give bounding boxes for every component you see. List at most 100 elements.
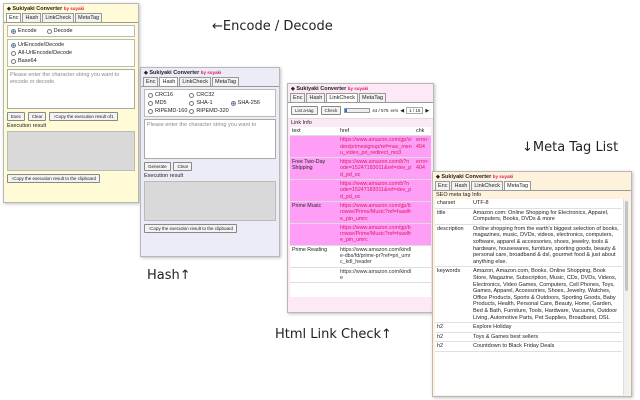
link-cell-href[interactable]: https://www.amazon.com/gp/browse/Prime/M… — [338, 201, 415, 224]
link-cell-chk: error-404 — [414, 135, 431, 159]
link-row[interactable]: Prime Reading https://www.amazon.com/kind… — [290, 245, 431, 268]
radio-decode[interactable]: Decode — [46, 27, 73, 35]
tab-linkcheck[interactable]: LinkCheck — [179, 77, 212, 86]
meta-scroll-thumb[interactable] — [625, 201, 628, 291]
link-row[interactable]: Prime Music https://www.amazon.com/gp/bro… — [290, 201, 431, 224]
hash-input[interactable]: Please enter the character string you wa… — [144, 119, 276, 159]
link-row[interactable]: Free Two-Day Shipping https://www.amazon.… — [290, 157, 431, 181]
tab-metatag[interactable]: MetaTag — [212, 77, 240, 86]
radio-crc32[interactable]: CRC32 — [189, 91, 230, 99]
caption-encode: ←Encode / Decode — [212, 19, 333, 34]
meta-cell-value: UTF-8 — [471, 199, 622, 209]
copy-clipboard-button[interactable]: ↑Copy the execution result to the clipbo… — [144, 224, 238, 233]
clear-button[interactable]: Clear — [27, 112, 47, 121]
caption-hash: Hash↑ — [147, 268, 191, 283]
copy-result-inline-button[interactable]: ↑Copy the execution result of1 — [49, 112, 118, 121]
page-text: 1 / 16 — [406, 107, 424, 114]
tab-metatag[interactable]: MetaTag — [75, 13, 103, 22]
link-cell-href[interactable]: https://www.amazon.com/b?node=1524718301… — [338, 179, 415, 202]
tab-bar: Enc Hash LinkCheck MetaTag — [4, 13, 138, 23]
link-table: text href chk https://www.amazon.com/gp/… — [290, 127, 431, 284]
link-row[interactable]: https://www.amazon.com/b?node=1524718301… — [290, 179, 431, 202]
encode-input[interactable]: Please enter the character string you wa… — [7, 69, 135, 109]
link-info-label: Link Info — [288, 119, 433, 127]
tab-hash[interactable]: Hash — [22, 13, 42, 22]
result-label: Execution result — [7, 123, 47, 129]
exec-button[interactable]: Exec — [7, 112, 26, 121]
meta-table-wrap: charset UTF-8 title Amazon.com: Online Shop… — [435, 199, 629, 395]
link-row[interactable]: https://www.amazon.com/gp/browse/Prime/M… — [290, 223, 431, 246]
meta-row: charset UTF-8 — [435, 199, 622, 209]
copy-clipboard-button[interactable]: ↑Copy the execution result to the clipbo… — [7, 174, 101, 183]
radio-crc16[interactable]: CRC16 — [148, 91, 189, 99]
tab-linkcheck[interactable]: LinkCheck — [42, 13, 75, 22]
link-cell-href[interactable]: https://www.amazon.com/gp/video/primesig… — [338, 135, 415, 159]
tab-metatag-active[interactable]: MetaTag — [504, 181, 532, 190]
tab-enc[interactable]: Enc — [6, 13, 22, 22]
tab-enc[interactable]: Enc — [143, 77, 159, 86]
tab-metatag[interactable]: MetaTag — [359, 93, 387, 102]
link-table-wrap: text href chk https://www.amazon.com/gp/… — [290, 127, 431, 297]
next-page-icon[interactable]: ▶ — [425, 108, 429, 114]
panel-title: ◆ Sukiyaki Converter by ​suyaki — [291, 86, 369, 92]
tab-hash[interactable]: Hash — [306, 93, 326, 102]
prev-page-icon[interactable]: ◀ — [400, 108, 404, 114]
radio-base64[interactable]: Base64 — [11, 57, 131, 65]
generate-button[interactable]: Generate — [144, 162, 171, 171]
tab-enc[interactable]: Enc — [435, 181, 451, 190]
radio-sha1[interactable]: SHA-1 — [189, 99, 230, 107]
meta-row: description Online shopping from the eart… — [435, 224, 622, 268]
panel-title: ◆ Sukiyaki Converter by ​suyaki — [144, 70, 222, 76]
tab-enc[interactable]: Enc — [290, 93, 306, 102]
meta-cell-value: Toys & Games best sellers — [471, 332, 622, 343]
link-cell-href[interactable]: https://www.amazon.com/kindle-dbs/fd/pri… — [338, 245, 415, 268]
radio-all-urlencode[interactable]: All-UrlEncode/Decode — [11, 49, 131, 57]
tab-bar: Enc Hash LinkCheck MetaTag — [433, 181, 631, 191]
caption-linkcheck: Html Link Check↑ — [275, 327, 392, 342]
clear-button[interactable]: Clear — [173, 162, 193, 171]
panel-title: ◆ Sukiyaki Converter by ​suyaki — [436, 174, 514, 180]
radio-md5[interactable]: MD5 — [148, 99, 189, 107]
meta-row: keywords Amazon, Amazon.com, Books, Onlin… — [435, 266, 622, 324]
meta-row: h2 Explore Holiday — [435, 322, 622, 333]
meta-table: charset UTF-8 title Amazon.com: Online Shop… — [435, 199, 622, 352]
link-cell-chk: error-404 — [414, 157, 431, 181]
radio-sha256[interactable]: SHA-256 — [230, 99, 272, 107]
list-atag-button[interactable]: List a-tag — [291, 106, 318, 115]
meta-scrollbar[interactable] — [623, 199, 629, 395]
linkcheck-panel: ◆ Sukiyaki Converter by ​suyaki Enc Hash… — [287, 83, 434, 313]
link-cell-href[interactable]: https://www.amazon.com/gp/browse/Prime/M… — [338, 223, 415, 246]
meta-cell-value: Explore Holiday — [471, 322, 622, 333]
link-cell-text: Prime Music — [290, 201, 338, 224]
hash-panel: ◆ Sukiyaki Converter by ​suyaki Enc Hash… — [140, 67, 280, 257]
tab-linkcheck[interactable]: LinkCheck — [471, 181, 504, 190]
meta-cell-key: description — [435, 224, 471, 268]
meta-cell-key: keywords — [435, 266, 471, 324]
hash-result — [144, 181, 276, 221]
tab-hash[interactable]: Hash — [159, 77, 179, 86]
col-header-href: href — [338, 127, 415, 137]
tab-bar: Enc Hash LinkCheck MetaTag — [288, 93, 433, 103]
encode-result — [7, 131, 135, 171]
radio-encode[interactable]: Encode — [11, 27, 37, 35]
tab-linkcheck-active[interactable]: LinkCheck — [326, 93, 359, 102]
meta-info-label: SEO meta tag Info — [436, 192, 482, 198]
tab-bar: Enc Hash LinkCheck MetaTag — [141, 77, 279, 87]
errs-label: errs — [390, 108, 399, 113]
check-button[interactable]: Check — [320, 106, 342, 115]
result-label: Execution result — [144, 173, 184, 179]
radio-urlencode[interactable]: UrlEncode/Decode — [11, 41, 131, 49]
link-row[interactable]: https://www.amazon.com/kindle — [290, 267, 431, 284]
link-row[interactable]: https://www.amazon.com/gp/video/primesig… — [290, 135, 431, 159]
col-header-text: text — [290, 127, 338, 137]
progress-bar — [344, 108, 371, 113]
radio-ripemd320[interactable]: RIPEMD-320 — [189, 107, 230, 115]
radio-ripemd160[interactable]: RIPEMD-160 — [148, 107, 189, 115]
tab-hash[interactable]: Hash — [451, 181, 471, 190]
meta-cell-key: h2 — [435, 341, 471, 352]
link-cell-href[interactable]: https://www.amazon.com/b?node=1524718301… — [338, 157, 415, 181]
link-cell-href[interactable]: https://www.amazon.com/kindle — [338, 267, 415, 284]
meta-cell-value: Countdown to Black Friday Deals — [471, 341, 622, 352]
meta-cell-key: title — [435, 208, 471, 225]
link-cell-chk — [414, 179, 431, 202]
